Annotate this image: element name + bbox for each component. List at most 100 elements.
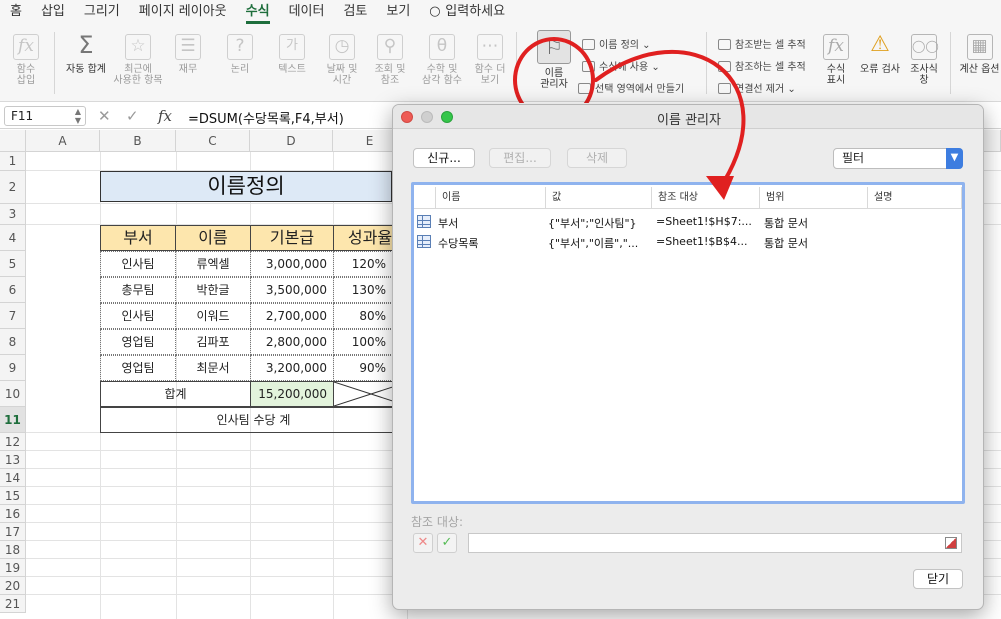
tab-review[interactable]: 검토 [343,0,367,24]
lookup-button[interactable]: ⚲ 조회 및 참조 [370,34,410,86]
row-header[interactable]: 7 [0,303,26,329]
column-header[interactable]: C [176,130,250,152]
tab-draw[interactable]: 그리기 [84,0,120,24]
use-in-formula-button[interactable]: 수식에 사용 ⌄ [582,58,660,73]
tab-page-layout[interactable]: 페이지 레이아웃 [139,0,227,24]
column-header[interactable]: B [100,130,176,152]
row-header[interactable]: 1 [0,152,26,171]
formula-input[interactable]: =DSUM(수당목록,F4,부서) [188,108,344,127]
show-formulas-button[interactable]: fx 수식 표시 [818,34,854,86]
data-cell[interactable]: 류엑셀 [175,251,251,277]
check-icon[interactable]: ✓ [126,107,139,125]
column-header[interactable]: A [26,130,100,152]
cancel-edit-icon[interactable]: ✕ [413,533,433,553]
data-cell[interactable]: 2,800,000 [250,329,334,355]
select-all-corner[interactable] [0,130,26,152]
error-checking-button[interactable]: ⚠ 오류 검사 [858,34,902,76]
summary-label-cell[interactable]: 인사팀 수당 계 [100,407,407,433]
recent-functions-button[interactable]: ☆ 최근에 사용한 항목 [112,34,164,86]
row-header[interactable]: 2 [0,171,26,204]
tab-home[interactable]: 홈 [10,0,22,24]
remove-arrows-button[interactable]: 연결선 제거 ⌄ [718,80,796,95]
data-cell[interactable]: 인사팀 [100,251,176,277]
edit-name-button[interactable]: 편집... [489,148,551,168]
row-header[interactable]: 20 [0,577,26,595]
cancel-icon[interactable]: ✕ [98,107,111,125]
row-header[interactable]: 19 [0,559,26,577]
header-cell-department[interactable]: 부서 [100,225,176,251]
data-cell[interactable]: 3,000,000 [250,251,334,277]
row-header[interactable]: 6 [0,277,26,303]
row-header[interactable]: 10 [0,381,26,407]
define-name-button[interactable]: 이름 정의 ⌄ [582,36,651,51]
autosum-button[interactable]: Σ 자동 합계 [62,33,110,75]
insert-function-button[interactable]: fx 함수 삽입 [8,34,44,86]
new-name-button[interactable]: 신규... [413,148,475,168]
row-header[interactable]: 5 [0,251,26,277]
row-header[interactable]: 15 [0,487,26,505]
data-cell[interactable]: 최문서 [175,355,251,381]
row-header[interactable]: 16 [0,505,26,523]
range-picker-icon[interactable] [945,537,957,549]
refers-to-input[interactable] [468,533,962,553]
data-cell[interactable]: 3,500,000 [250,277,334,303]
delete-name-button[interactable]: 삭제 [567,148,627,168]
calc-options-button[interactable]: ▦ 계산 옵션 [958,34,1001,75]
close-button[interactable]: 닫기 [913,569,963,589]
logical-button[interactable]: ? 논리 [222,34,258,75]
data-cell[interactable]: 인사팀 [100,303,176,329]
row-header[interactable]: 12 [0,433,26,451]
column-header-refers-to[interactable]: 참조 대상 [652,187,760,209]
tab-formulas[interactable]: 수식 [245,0,270,24]
data-cell[interactable]: 영업팀 [100,355,176,381]
row-header[interactable]: 13 [0,451,26,469]
data-cell[interactable]: 총무팀 [100,277,176,303]
row-header[interactable]: 3 [0,204,26,225]
header-cell-salary[interactable]: 기본급 [250,225,334,251]
row-header[interactable]: 17 [0,523,26,541]
sheet-title-cell[interactable]: 이름정의 [100,171,392,202]
more-functions-button[interactable]: ⋯ 함수 더 보기 [470,34,510,86]
total-label-cell[interactable]: 합계 [100,381,251,407]
tab-data[interactable]: 데이터 [289,0,325,24]
row-header[interactable]: 9 [0,355,26,381]
column-header[interactable]: D [250,130,333,152]
row-header[interactable]: 21 [0,595,26,613]
column-header-value[interactable]: 값 [546,187,652,209]
data-cell[interactable]: 박한글 [175,277,251,303]
list-item[interactable]: 부서 {"부서";"인사팀"} =Sheet1!$H$7:... 통합 문서 [414,212,962,232]
row-header[interactable]: 8 [0,329,26,355]
data-cell[interactable]: 2,700,000 [250,303,334,329]
row-header[interactable]: 18 [0,541,26,559]
name-box[interactable]: F11 ▲ ▼ [4,106,86,126]
column-header-scope[interactable]: 범위 [760,187,868,209]
data-cell[interactable]: 영업팀 [100,329,176,355]
financial-button[interactable]: ☰ 재무 [170,34,206,75]
text-functions-button[interactable]: 가 텍스트 [272,34,312,75]
watch-window-button[interactable]: ◯◯ 조사식 창 [906,34,942,86]
name-manager-button[interactable]: ⚐ 이름 관리자 [530,30,578,90]
names-list[interactable]: 이름 값 참조 대상 범위 설명 부서 {"부서";"인사팀"} =Sheet1… [411,182,965,504]
data-cell[interactable]: 김파포 [175,329,251,355]
row-header[interactable]: 4 [0,225,26,251]
math-trig-button[interactable]: θ 수학 및 삼각 함수 [418,34,466,86]
tell-me-box[interactable]: ○ 입력하세요 [429,0,505,24]
header-cell-name[interactable]: 이름 [175,225,251,251]
trace-precedents-button[interactable]: 참조받는 셀 추적 [718,36,806,51]
list-item[interactable]: 수당목록 {"부서","이름","... =Sheet1!$B$4... 통합 … [414,232,962,252]
date-time-button[interactable]: ◷ 날짜 및 시간 [322,34,362,86]
column-header-comment[interactable]: 설명 [868,187,962,209]
row-header-selected[interactable]: 11 [0,407,26,433]
create-from-selection-button[interactable]: 선택 영역에서 만들기 [578,80,684,95]
trace-dependents-button[interactable]: 참조하는 셀 추적 [718,58,806,73]
tab-view[interactable]: 보기 [386,0,410,24]
data-cell[interactable]: 이워드 [175,303,251,329]
tab-insert[interactable]: 삽입 [41,0,65,24]
fx-icon[interactable]: fx [158,107,172,125]
data-cell[interactable]: 3,200,000 [250,355,334,381]
row-header[interactable]: 14 [0,469,26,487]
confirm-edit-icon[interactable]: ✓ [437,533,457,553]
filter-dropdown[interactable]: 필터 ▼ [833,148,963,169]
total-value-cell[interactable]: 15,200,000 [250,381,334,407]
column-header-name[interactable]: 이름 [436,187,546,209]
